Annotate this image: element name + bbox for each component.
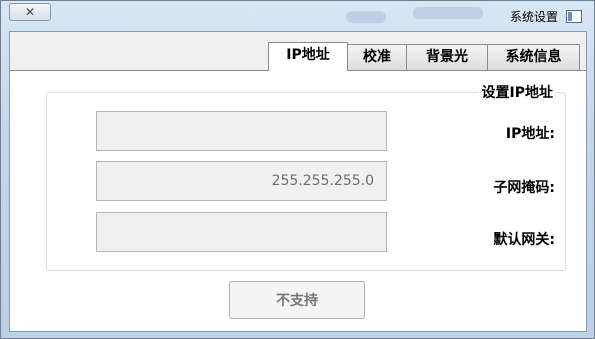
default-gateway-input[interactable] — [96, 212, 387, 252]
close-button[interactable]: ✕ — [9, 3, 51, 21]
group-title: 设置IP地址 — [477, 82, 557, 102]
title-bar[interactable]: ✕ 系统设置 — [1, 1, 594, 31]
subnet-mask-label: 子网掩码: — [493, 180, 555, 196]
settings-window: ✕ 系统设置 系统信息 背景光 校准 IP地址 设置IP地址 IP地址: 子网掩… — [0, 0, 595, 339]
ip-settings-panel: 设置IP地址 IP地址: 子网掩码: 默认网关: 不支持 — [10, 70, 586, 331]
window-app-icon — [566, 10, 582, 23]
tab-calibration[interactable]: 校准 — [347, 44, 407, 70]
client-area: 系统信息 背景光 校准 IP地址 设置IP地址 IP地址: 子网掩码: 默认网关… — [9, 31, 587, 332]
background-blur — [346, 11, 386, 23]
unsupported-button[interactable]: 不支持 — [229, 281, 365, 319]
ip-settings-group: 设置IP地址 IP地址: 子网掩码: 默认网关: — [46, 82, 566, 271]
default-gateway-label: 默认网关: — [493, 232, 555, 248]
tab-ip-address[interactable]: IP地址 — [268, 42, 348, 71]
ip-address-label: IP地址: — [505, 126, 555, 142]
background-blur — [413, 7, 483, 19]
window-title: 系统设置 — [509, 10, 558, 24]
tab-backlight[interactable]: 背景光 — [406, 44, 488, 70]
tab-system-info[interactable]: 系统信息 — [487, 44, 580, 70]
subnet-mask-input[interactable] — [96, 161, 387, 201]
ip-address-input[interactable] — [96, 111, 387, 151]
